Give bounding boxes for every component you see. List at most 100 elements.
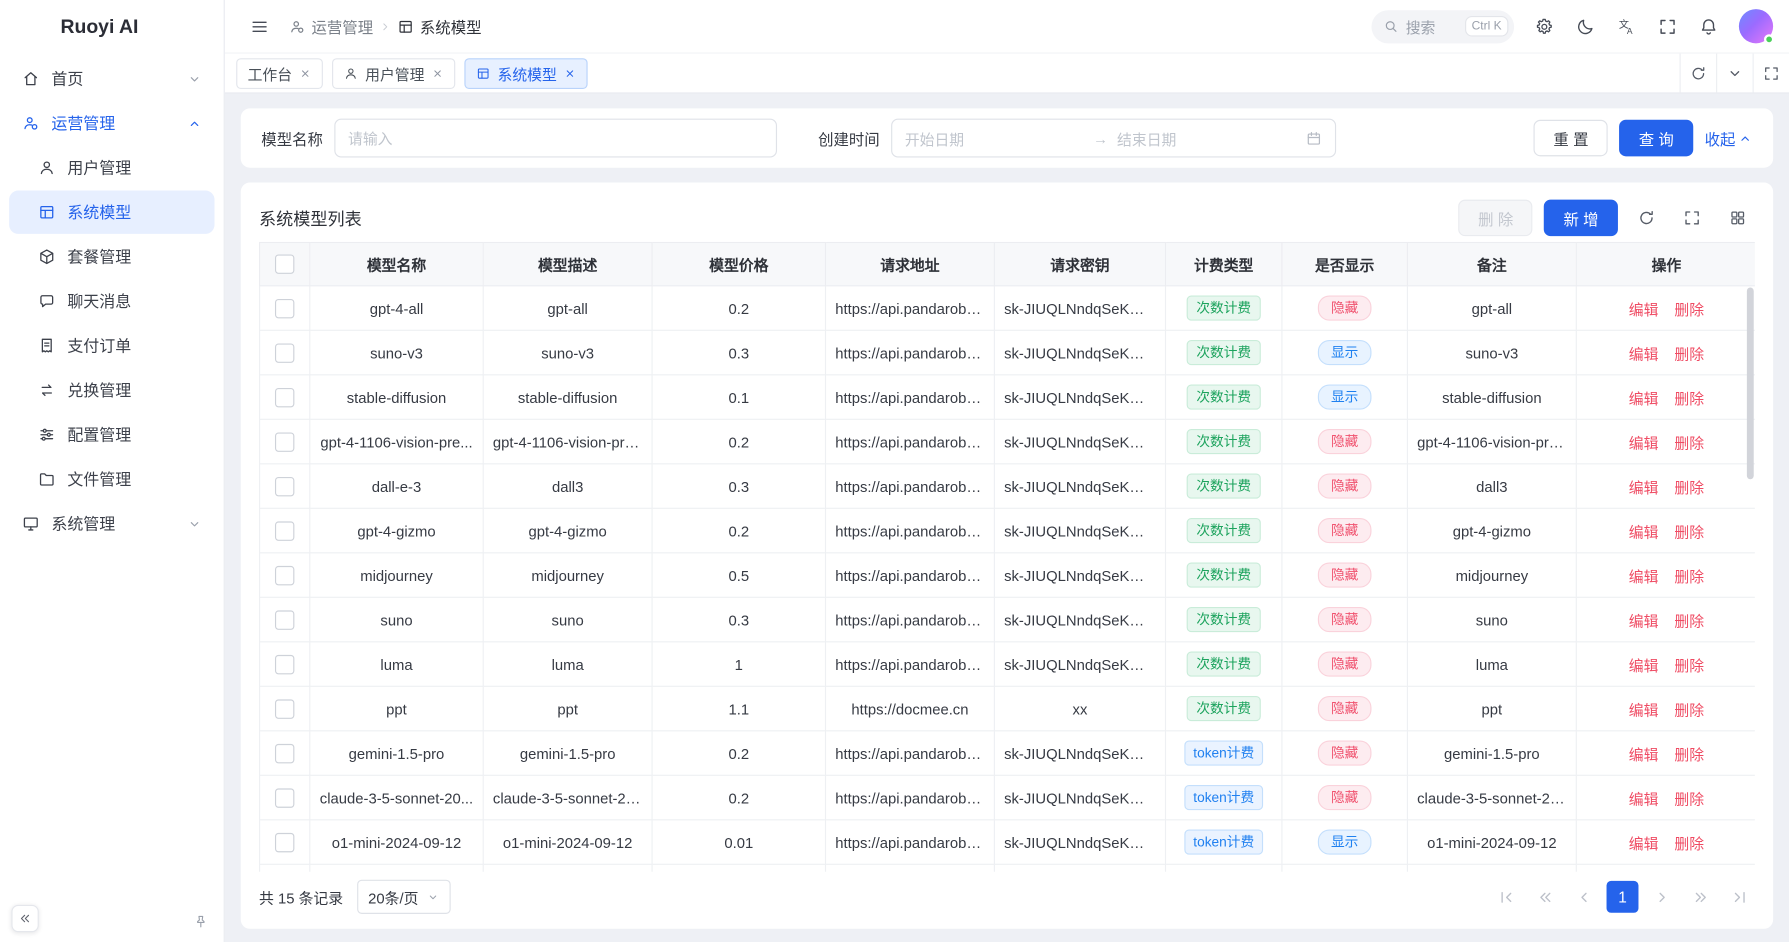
delete-link[interactable]: 删除 [1674,301,1704,318]
delete-link[interactable]: 删除 [1674,479,1704,496]
delete-link[interactable]: 删除 [1674,746,1704,763]
delete-link[interactable]: 删除 [1674,612,1704,629]
table-fullscreen-button[interactable] [1675,201,1709,235]
row-checkbox[interactable] [275,610,294,629]
delete-link[interactable]: 删除 [1674,568,1704,585]
row-checkbox[interactable] [275,654,294,673]
delete-link[interactable]: 删除 [1674,835,1704,852]
close-icon[interactable] [299,67,312,80]
request-url: https://api.pandarobo... [826,508,995,552]
row-checkbox[interactable] [275,565,294,584]
batch-delete-button[interactable]: 删 除 [1459,200,1533,237]
chat-icon [38,292,56,310]
delete-link[interactable]: 删除 [1674,701,1704,718]
breadcrumb-item-operations[interactable]: 运营管理 [289,15,373,38]
model-name: midjourney [310,553,483,597]
sidebar-collapse-button[interactable] [11,905,38,932]
sidebar-item-system-model[interactable]: 系统模型 [9,191,214,234]
edit-link[interactable]: 编辑 [1629,434,1659,451]
sidebar-item-file-manage[interactable]: 文件管理 [9,458,214,501]
delete-link[interactable]: 删除 [1674,657,1704,674]
tab-workbench[interactable]: 工作台 [236,58,323,89]
row-checkbox[interactable] [275,476,294,495]
row-checkbox[interactable] [275,521,294,540]
column-settings-button[interactable] [1721,201,1755,235]
edit-link[interactable]: 编辑 [1629,612,1659,629]
brand[interactable]: Ruoyi AI [0,0,224,55]
sidebar-item-user-manage[interactable]: 用户管理 [9,146,214,189]
row-checkbox[interactable] [275,832,294,851]
delete-link[interactable]: 删除 [1674,345,1704,362]
filter-actions: 重 置 查 询 收起 [1534,120,1753,157]
date-range-picker[interactable]: 开始日期 → 结束日期 [891,119,1336,158]
add-button[interactable]: 新 增 [1544,200,1618,237]
page-size-select[interactable]: 20条/页 [357,880,451,914]
model-desc: midjourney [483,553,652,597]
row-checkbox[interactable] [275,743,294,762]
sidebar-item-config-manage[interactable]: 配置管理 [9,413,214,456]
row-checkbox[interactable] [275,788,294,807]
pagination-last-button[interactable] [1723,881,1755,913]
theme-toggle-button[interactable] [1567,8,1604,45]
scrollbar-thumb[interactable] [1747,288,1754,480]
sidebar-item-chat-message[interactable]: 聊天消息 [9,280,214,323]
delete-link[interactable]: 删除 [1674,790,1704,807]
delete-link[interactable]: 删除 [1674,523,1704,540]
sidebar-toggle-button[interactable] [241,8,278,45]
pagination-fwd5-button[interactable] [1684,881,1716,913]
edit-link[interactable]: 编辑 [1629,390,1659,407]
settings-button[interactable] [1526,8,1563,45]
sidebar-item-package-manage[interactable]: 套餐管理 [9,235,214,278]
global-search[interactable]: 搜索 Ctrl K [1371,10,1514,43]
edit-link[interactable]: 编辑 [1629,835,1659,852]
pagination-next-button[interactable] [1645,881,1677,913]
row-checkbox[interactable] [275,387,294,406]
tab-system-model[interactable]: 系统模型 [464,58,587,89]
select-all-checkbox[interactable] [275,254,294,273]
edit-link[interactable]: 编辑 [1629,657,1659,674]
edit-link[interactable]: 编辑 [1629,790,1659,807]
remark: luma [1407,642,1576,686]
tab-refresh-button[interactable] [1680,54,1717,93]
tab-user-manage[interactable]: 用户管理 [332,58,455,89]
sidebar-item-system-manage[interactable]: 系统管理 [9,502,214,545]
sidebar-item-exchange-manage[interactable]: 兑换管理 [9,369,214,412]
tab-more-button[interactable] [1716,54,1753,93]
table-refresh-button[interactable] [1629,201,1663,235]
user-avatar[interactable] [1739,9,1773,43]
pagination-back5-button[interactable] [1529,881,1561,913]
delete-link[interactable]: 删除 [1674,390,1704,407]
pagination-page-1[interactable]: 1 [1607,881,1639,913]
close-icon[interactable] [431,67,444,80]
row-checkbox[interactable] [275,343,294,362]
pagination-first-button[interactable] [1490,881,1522,913]
remark: suno [1407,597,1576,641]
edit-link[interactable]: 编辑 [1629,479,1659,496]
edit-link[interactable]: 编辑 [1629,701,1659,718]
breadcrumb-item-current[interactable]: 系统模型 [397,15,481,38]
model-name-input[interactable] [334,119,777,158]
edit-link[interactable]: 编辑 [1629,568,1659,585]
row-checkbox[interactable] [275,298,294,317]
model-price: 0.3 [652,330,825,374]
close-icon[interactable] [564,67,577,80]
sidebar-item-home[interactable]: 首页 [9,57,214,100]
language-button[interactable] [1608,8,1645,45]
collapse-filter-link[interactable]: 收起 [1705,127,1753,150]
row-checkbox[interactable] [275,432,294,451]
fullscreen-button[interactable] [1649,8,1686,45]
reset-button[interactable]: 重 置 [1534,120,1608,157]
row-checkbox[interactable] [275,699,294,718]
notifications-button[interactable] [1690,8,1727,45]
pagination-prev-button[interactable] [1568,881,1600,913]
query-button[interactable]: 查 询 [1619,120,1693,157]
sidebar-item-payment-order[interactable]: 支付订单 [9,324,214,367]
sidebar-pin-button[interactable] [193,914,209,930]
edit-link[interactable]: 编辑 [1629,523,1659,540]
edit-link[interactable]: 编辑 [1629,345,1659,362]
delete-link[interactable]: 删除 [1674,434,1704,451]
sidebar-item-operations[interactable]: 运营管理 [9,102,214,145]
edit-link[interactable]: 编辑 [1629,301,1659,318]
content-fullscreen-button[interactable] [1753,54,1789,93]
edit-link[interactable]: 编辑 [1629,746,1659,763]
